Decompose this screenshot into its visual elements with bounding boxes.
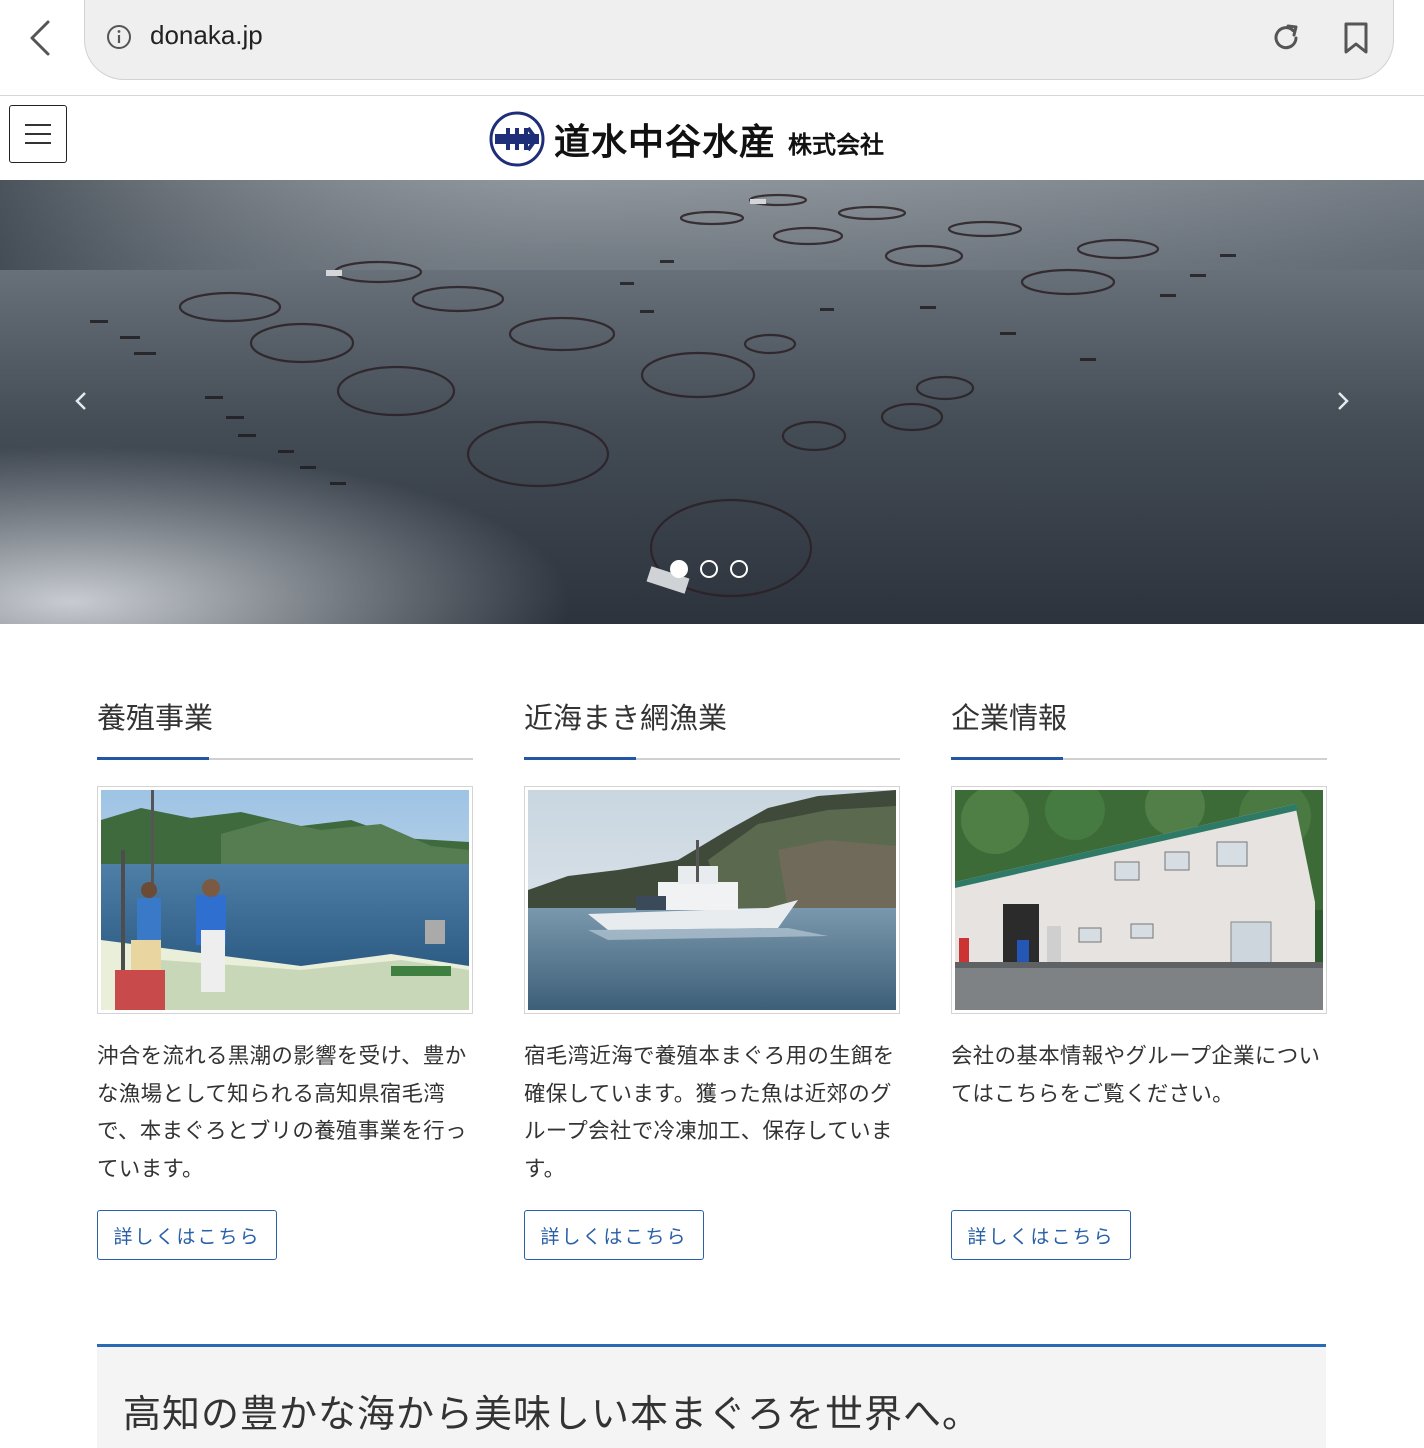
hamburger-line [25, 133, 51, 135]
section-description: 沖合を流れる黒潮の影響を受け、豊かな漁場として知られる高知県宿毛湾で、本まぐろと… [97, 1044, 467, 1182]
section-divider [97, 757, 473, 760]
hero-slider[interactable] [0, 180, 1424, 624]
back-button[interactable] [18, 14, 62, 62]
section-divider [524, 757, 900, 760]
hamburger-line [25, 142, 51, 144]
url-text[interactable]: donaka.jp [150, 20, 263, 51]
details-button-aquaculture[interactable]: 詳しくはこちら [97, 1210, 277, 1260]
aquaculture-photo[interactable] [97, 786, 473, 1014]
menu-button[interactable] [9, 105, 67, 163]
bookmark-icon[interactable] [1336, 18, 1376, 58]
chevron-left-icon [75, 392, 86, 410]
reload-icon[interactable] [1266, 18, 1306, 58]
details-button-fishing[interactable]: 詳しくはこちら [524, 1210, 704, 1260]
company-building-photo[interactable] [951, 786, 1327, 1014]
company-name: 道水中谷水産 [554, 122, 777, 163]
slider-dot-2[interactable] [700, 560, 718, 578]
section-title: 養殖事業 [97, 701, 214, 735]
section-description: 会社の基本情報やグループ企業についてはこちらをご覧ください。 [951, 1044, 1321, 1107]
company-logo-icon [489, 111, 545, 167]
browser-toolbar: donaka.jp [0, 0, 1424, 96]
hamburger-line [25, 124, 51, 126]
site-logo[interactable]: 道水中谷水産 株式会社 [488, 110, 884, 168]
section-divider [951, 757, 1327, 760]
tagline-heading: 高知の豊かな海から美味しい本まぐろを世界へ。 [123, 1392, 982, 1436]
slider-prev-button[interactable] [66, 386, 96, 416]
slider-next-button[interactable] [1328, 386, 1358, 416]
slider-pagination [670, 560, 748, 578]
company-suffix: 株式会社 [788, 130, 885, 159]
chevron-left-icon [30, 20, 50, 56]
tagline-section: 高知の豊かな海から美味しい本まぐろを世界へ。 [97, 1344, 1326, 1448]
info-icon[interactable] [106, 24, 132, 50]
section-company-info: 企業情報 会社の基本情報やグループ企業についてはこちらをご覧ください。 詳しくは… [951, 690, 1327, 1260]
fishing-boat-photo[interactable] [524, 786, 900, 1014]
details-button-company[interactable]: 詳しくはこちら [951, 1210, 1131, 1260]
section-title: 企業情報 [951, 701, 1068, 735]
section-title: 近海まき網漁業 [524, 701, 728, 735]
address-bar[interactable] [84, 0, 1394, 80]
slider-dot-1[interactable] [670, 560, 688, 578]
chevron-right-icon [1338, 392, 1349, 410]
slider-dot-3[interactable] [730, 560, 748, 578]
section-aquaculture: 養殖事業 沖合を流れる黒潮の影響を受け、豊かな漁場として知られる高知県宿毛湾で、… [97, 690, 473, 1260]
hero-image [0, 180, 1424, 624]
section-description: 宿毛湾近海で養殖本まぐろ用の生餌を確保しています。獲った魚は近郊のグループ会社で… [524, 1044, 895, 1182]
site-header: 道水中谷水産 株式会社 [0, 96, 1424, 180]
section-purse-seine-fishing: 近海まき網漁業 宿毛湾近海で養殖本まぐろ用の生餌を確保しています。獲った魚は近郊… [524, 690, 900, 1260]
